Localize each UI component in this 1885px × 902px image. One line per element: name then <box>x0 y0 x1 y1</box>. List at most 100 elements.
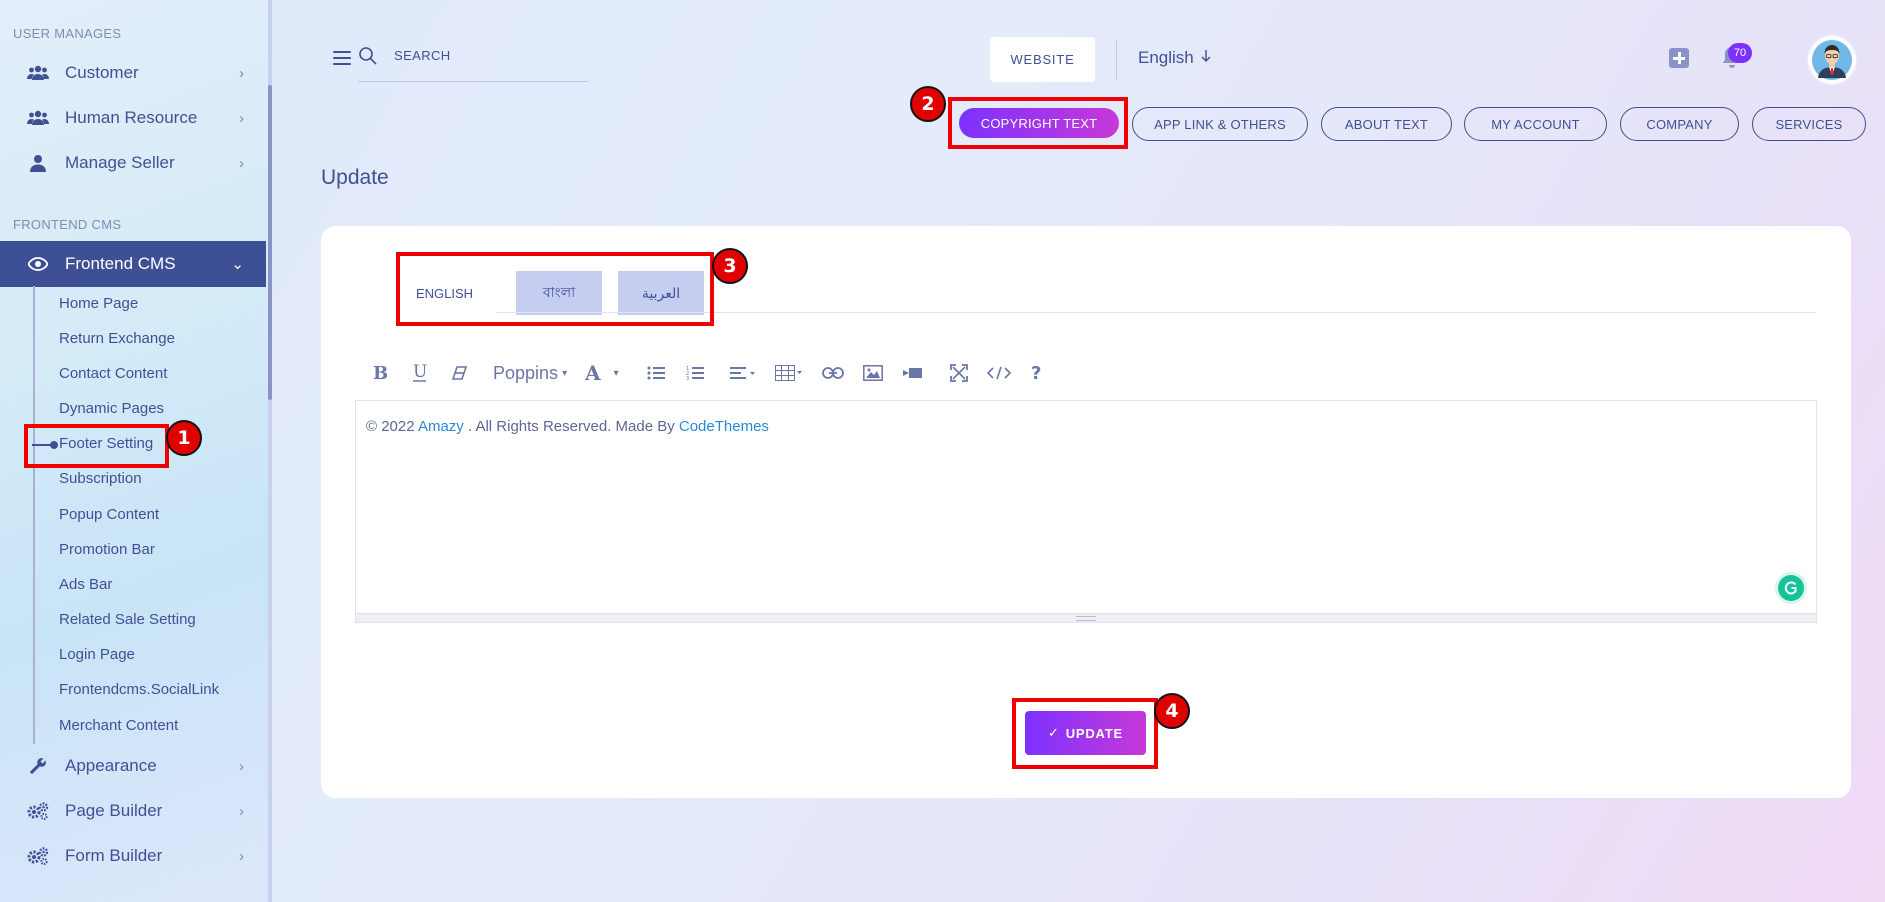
tab-about-text[interactable]: ABOUT TEXT <box>1321 107 1452 141</box>
submenu-item-merchant-content[interactable]: Merchant Content <box>59 717 178 734</box>
search-icon <box>358 46 378 71</box>
bold-icon[interactable]: B <box>369 358 391 388</box>
font-color-icon[interactable]: A <box>585 358 603 388</box>
submenu-item-popup-content[interactable]: Popup Content <box>59 506 159 523</box>
sidebar-item-page-builder[interactable]: Page Builder › <box>0 789 266 833</box>
page-title: Update <box>321 166 389 189</box>
grammarly-icon[interactable] <box>1778 575 1804 601</box>
tab-my-account[interactable]: MY ACCOUNT <box>1464 107 1607 141</box>
submenu-item-return-exchange[interactable]: Return Exchange <box>59 330 175 347</box>
sidebar-item-human-resource[interactable]: Human Resource › <box>0 96 266 140</box>
users-icon <box>27 110 49 126</box>
eraser-icon[interactable] <box>449 358 471 388</box>
submenu-item-ads-bar[interactable]: Ads Bar <box>59 576 112 593</box>
table-icon[interactable] <box>774 358 804 388</box>
editor-content[interactable]: © 2022 Amazy . All Rights Reserved. Made… <box>366 418 769 435</box>
editor-resize-handle[interactable] <box>355 614 1817 623</box>
amazy-link[interactable]: Amazy <box>418 418 464 435</box>
caret-down-icon: ▾ <box>562 367 568 379</box>
help-icon[interactable]: ? <box>1026 358 1048 388</box>
chevron-right-icon: › <box>239 64 244 82</box>
search-bar <box>358 44 588 82</box>
sidebar-item-label: Human Resource <box>65 108 198 127</box>
submenu-item-related-sale-setting[interactable]: Related Sale Setting <box>59 611 196 628</box>
section-title-user-manages: USER MANAGES <box>13 26 122 41</box>
annotation-number-4: 4 <box>1154 693 1190 729</box>
tab-services[interactable]: SERVICES <box>1752 107 1866 141</box>
copyright-middle: . All Rights Reserved. Made By <box>463 418 679 435</box>
sidebar-item-label: Manage Seller <box>65 153 175 172</box>
align-dropdown-icon[interactable] <box>728 358 758 388</box>
menu-toggle-button[interactable] <box>333 51 351 65</box>
copyright-prefix: © 2022 <box>366 418 418 435</box>
add-new-icon[interactable] <box>1669 48 1689 68</box>
sidebar-item-manage-seller[interactable]: Manage Seller › <box>0 141 266 185</box>
header-divider <box>1116 40 1117 80</box>
fullscreen-icon[interactable] <box>948 358 970 388</box>
submenu-item-home-page[interactable]: Home Page <box>59 295 138 312</box>
user-avatar-icon <box>1812 40 1852 80</box>
chevron-right-icon: › <box>239 802 244 820</box>
submenu-item-contact-content[interactable]: Contact Content <box>59 365 167 382</box>
image-icon[interactable] <box>862 358 884 388</box>
caret-down-icon[interactable]: ▾ <box>609 358 623 388</box>
ordered-list-icon[interactable]: 123 <box>684 358 706 388</box>
svg-text:3: 3 <box>686 376 689 381</box>
gears-icon <box>27 847 49 865</box>
language-label: English <box>1138 48 1194 67</box>
bullet-list-icon[interactable] <box>645 358 667 388</box>
svg-text:?: ? <box>1031 363 1041 383</box>
sidebar-item-label: Frontend CMS <box>65 254 176 273</box>
arrow-down-icon <box>1200 48 1212 68</box>
chevron-right-icon: › <box>239 757 244 775</box>
section-title-frontend-cms: FRONTEND CMS <box>13 217 122 232</box>
font-family-dropdown[interactable]: Poppins ▾ <box>493 363 567 384</box>
sidebar-scrollbar[interactable] <box>268 85 272 400</box>
user-icon <box>27 154 49 172</box>
font-family-label: Poppins <box>493 362 559 383</box>
submenu-item-login-page[interactable]: Login Page <box>59 646 135 663</box>
sidebar-item-frontend-cms[interactable]: Frontend CMS ⌄ <box>0 241 266 287</box>
chevron-down-icon: ⌄ <box>231 256 244 273</box>
submenu-item-subscription[interactable]: Subscription <box>59 470 142 487</box>
notification-badge: 70 <box>1728 43 1752 63</box>
sidebar-item-appearance[interactable]: Appearance › <box>0 744 266 788</box>
hamburger-icon <box>333 51 351 53</box>
tab-company[interactable]: COMPANY <box>1620 107 1739 141</box>
users-icon <box>27 65 49 81</box>
sidebar-item-label: Form Builder <box>65 846 163 865</box>
chevron-right-icon: › <box>239 109 244 127</box>
annotation-box-1 <box>24 424 169 468</box>
resize-grip-icon <box>1076 616 1096 621</box>
underline-icon[interactable]: U <box>409 358 431 388</box>
code-view-icon[interactable] <box>986 358 1012 388</box>
wrench-icon <box>27 757 49 775</box>
sidebar-item-form-builder[interactable]: Form Builder › <box>0 834 266 878</box>
video-icon[interactable] <box>902 358 924 388</box>
avatar[interactable] <box>1808 36 1856 84</box>
annotation-box-4 <box>1012 698 1158 769</box>
submenu-line <box>33 286 35 744</box>
annotation-number-1: 1 <box>166 420 202 456</box>
svg-text:A: A <box>585 363 601 383</box>
eye-icon <box>27 257 49 271</box>
language-select[interactable]: English <box>1138 48 1212 68</box>
submenu-item-social-link[interactable]: Frontendcms.SocialLink <box>59 681 219 698</box>
chevron-right-icon: › <box>239 847 244 865</box>
annotation-box-2 <box>948 97 1128 149</box>
submenu-item-dynamic-pages[interactable]: Dynamic Pages <box>59 400 164 417</box>
tab-app-link-others[interactable]: APP LINK & OTHERS <box>1132 107 1308 141</box>
codethemes-link[interactable]: CodeThemes <box>679 418 769 435</box>
submenu-item-promotion-bar[interactable]: Promotion Bar <box>59 541 155 558</box>
rich-text-editor[interactable]: © 2022 Amazy . All Rights Reserved. Made… <box>355 400 1817 614</box>
editor-toolbar: B U Poppins ▾ A ▾ 123 ? <box>369 358 1048 388</box>
link-icon[interactable] <box>822 358 844 388</box>
svg-text:U: U <box>413 363 427 382</box>
sidebar-item-label: Appearance <box>65 756 157 775</box>
website-button[interactable]: WEBSITE <box>990 37 1095 82</box>
sidebar-item-label: Page Builder <box>65 801 163 820</box>
sidebar-item-label: Customer <box>65 63 139 82</box>
annotation-number-3: 3 <box>712 248 748 284</box>
sidebar-item-customer[interactable]: Customer › <box>0 51 266 95</box>
search-input[interactable] <box>394 48 574 63</box>
